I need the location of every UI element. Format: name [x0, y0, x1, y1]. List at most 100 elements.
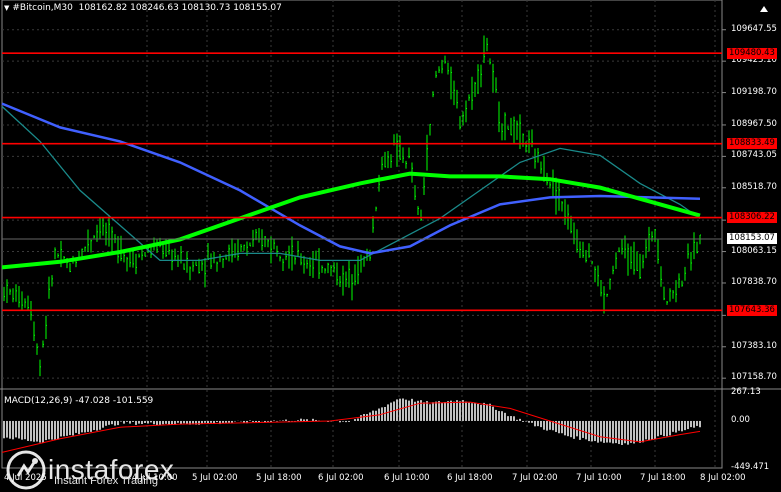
macd-histogram-bar: [462, 400, 464, 421]
macd-histogram-bar: [135, 421, 137, 425]
macd-histogram-bar: [117, 421, 119, 425]
macd-histogram-bar: [162, 421, 164, 424]
macd-histogram-bar: [312, 419, 314, 421]
time-axis-label: 6 Jul 02:00: [318, 473, 364, 483]
macd-histogram-bar: [147, 421, 149, 424]
macd-histogram-bar: [204, 421, 206, 423]
macd-axis-label: -449.471: [731, 462, 769, 472]
macd-histogram-bar: [78, 421, 80, 434]
level-price-tag: 107643.36: [727, 305, 777, 316]
macd-histogram-bar: [87, 421, 89, 432]
macd-histogram-bar: [459, 401, 461, 421]
macd-histogram-bar: [69, 421, 71, 435]
macd-histogram-bar: [693, 421, 695, 428]
macd-histogram-bar: [54, 421, 56, 440]
time-axis-label: 5 Jul 02:00: [192, 473, 238, 483]
macd-histogram-bar: [507, 416, 509, 421]
macd-histogram-bar: [438, 401, 440, 421]
macd-histogram-bar: [561, 421, 563, 433]
macd-histogram-bar: [90, 421, 92, 432]
collapse-arrow-icon[interactable]: ▼: [4, 4, 9, 12]
macd-histogram-bar: [225, 421, 227, 423]
macd-histogram-bar: [531, 421, 533, 423]
macd-histogram-bar: [408, 401, 410, 421]
macd-histogram-bar: [81, 421, 83, 432]
macd-histogram-bar: [123, 421, 125, 424]
chart-terminal[interactable]: ▼#Bitcoin,M30 108162.82 108246.63 108130…: [0, 0, 781, 489]
price-axis-label: 107383.10: [731, 341, 777, 351]
macd-histogram-bar: [474, 403, 476, 421]
macd-histogram-bar: [9, 421, 11, 439]
macd-histogram-bar: [303, 419, 305, 421]
ma-teal-line: [2, 106, 700, 260]
macd-histogram-bar: [576, 421, 578, 436]
macd-histogram-bar: [651, 421, 653, 440]
macd-histogram-bar: [567, 421, 569, 436]
price-axis-label: 108967.50: [731, 119, 777, 129]
macd-histogram-bar: [18, 421, 20, 439]
macd-histogram-bar: [111, 421, 113, 424]
level-price-tag: 108833.49: [727, 138, 777, 149]
macd-histogram-bar: [588, 421, 590, 441]
chart-expand-icon[interactable]: [757, 3, 771, 15]
price-axis-label: 107838.70: [731, 277, 777, 287]
macd-histogram-bar: [486, 404, 488, 421]
macd-histogram-bar: [48, 421, 50, 439]
macd-histogram-bar: [63, 421, 65, 436]
macd-histogram-bar: [33, 421, 35, 442]
macd-histogram-bar: [534, 421, 536, 426]
macd-histogram-bar: [354, 419, 356, 421]
macd-histogram-bar: [15, 421, 17, 437]
macd-histogram-bar: [129, 421, 131, 424]
macd-histogram-bar: [666, 421, 668, 436]
macd-histogram-bar: [267, 421, 269, 422]
macd-histogram-bar: [597, 421, 599, 443]
macd-histogram-bar: [84, 421, 86, 432]
macd-histogram-bar: [447, 401, 449, 421]
macd-histogram-bar: [633, 421, 635, 444]
macd-histogram-bar: [342, 421, 344, 422]
macd-histogram-bar: [3, 421, 5, 438]
macd-histogram-bar: [480, 405, 482, 421]
macd-histogram-bar: [585, 421, 587, 439]
macd-histogram-bar: [6, 421, 8, 438]
macd-histogram-bar: [696, 421, 698, 426]
macd-histogram-bar: [177, 421, 179, 423]
macd-histogram-bar: [495, 410, 497, 421]
macd-histogram-bar: [228, 421, 230, 423]
instaforex-logo: instaforex Instant Forex Trading: [4, 448, 174, 492]
price-chart[interactable]: [0, 0, 781, 489]
macd-histogram-bar: [429, 404, 431, 421]
macd-histogram-bar: [543, 421, 545, 430]
macd-histogram-bar: [558, 421, 560, 433]
macd-histogram-bar: [618, 421, 620, 444]
macd-histogram-bar: [402, 398, 404, 420]
macd-histogram-bar: [363, 414, 365, 421]
macd-histogram-bar: [660, 421, 662, 435]
symbol-label: #Bitcoin,M30: [12, 3, 72, 13]
macd-histogram-bar: [648, 421, 650, 440]
macd-histogram-bar: [30, 421, 32, 441]
macd-histogram-bar: [99, 421, 101, 430]
macd-histogram-bar: [306, 419, 308, 421]
time-axis-label: 7 Jul 02:00: [512, 473, 558, 483]
macd-histogram-bar: [603, 421, 605, 443]
macd-histogram-bar: [483, 403, 485, 421]
macd-histogram-bar: [591, 421, 593, 441]
brand-tagline: Instant Forex Trading: [54, 475, 158, 487]
level-price-tag: 108306.22: [727, 212, 777, 223]
macd-histogram-bar: [453, 402, 455, 421]
macd-histogram-bar: [405, 400, 407, 421]
macd-histogram-bar: [369, 412, 371, 420]
macd-histogram-bar: [510, 416, 512, 421]
macd-histogram-bar: [348, 421, 350, 422]
macd-histogram-bar: [477, 404, 479, 421]
time-axis-label: 7 Jul 10:00: [576, 473, 622, 483]
macd-histogram-bar: [66, 421, 68, 436]
macd-histogram-bar: [360, 415, 362, 421]
macd-histogram-bar: [606, 421, 608, 443]
macd-histogram-bar: [528, 421, 530, 423]
macd-histogram-bar: [681, 421, 683, 431]
macd-histogram-bar: [600, 421, 602, 442]
macd-histogram-bar: [456, 400, 458, 421]
